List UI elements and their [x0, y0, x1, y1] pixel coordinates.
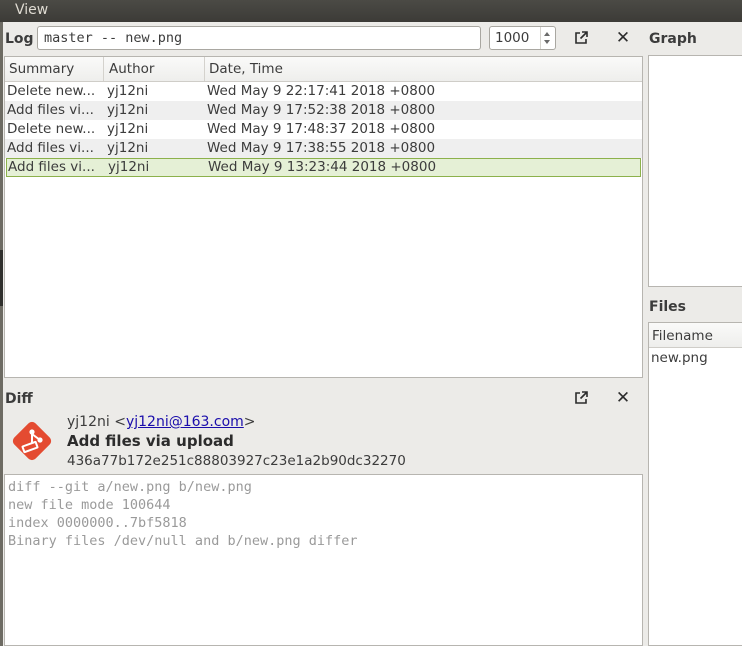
row-summary: Delete new... [7, 83, 96, 99]
diff-line: Binary files /dev/null and b/new.png dif… [8, 533, 358, 549]
files-table-header: Filename [649, 323, 742, 348]
diff-text-area[interactable]: diff --git a/new.png b/new.png new file … [4, 474, 643, 646]
column-divider [204, 57, 205, 81]
column-summary[interactable]: Summary [9, 61, 74, 77]
column-filename[interactable]: Filename [652, 328, 713, 344]
commit-message: Add files via upload [67, 432, 234, 450]
row-datetime: Wed May 9 17:38:55 2018 +0800 [207, 140, 436, 156]
row-datetime: Wed May 9 22:17:41 2018 +0800 [207, 83, 436, 99]
row-datetime: Wed May 9 17:52:38 2018 +0800 [207, 102, 436, 118]
commit-header: yj12ni <yj12ni@163.com> Add files via up… [4, 408, 643, 474]
files-table[interactable]: Filename new.png [648, 322, 742, 646]
row-author: yj12ni [107, 121, 149, 137]
log-close-button[interactable]: ✕ [612, 27, 634, 49]
commit-author: yj12ni <yj12ni@163.com> [67, 414, 256, 430]
graph-label: Graph [649, 31, 697, 47]
menu-view[interactable]: View [15, 2, 48, 18]
log-table[interactable]: Summary Author Date, Time Delete new... y… [4, 56, 643, 378]
log-limit-value: 1000 [495, 30, 530, 46]
close-icon: ✕ [615, 387, 631, 408]
external-window-icon [575, 31, 588, 44]
log-table-header: Summary Author Date, Time [5, 57, 642, 82]
table-row[interactable]: Delete new... yj12ni Wed May 9 22:17:41 20… [5, 82, 642, 101]
log-popout-button[interactable] [570, 27, 592, 49]
table-row[interactable]: Add files vi... yj12ni Wed May 9 13:23:44 … [6, 158, 641, 177]
diff-line: index 0000000..7bf5818 [8, 515, 187, 531]
row-summary: Add files vi... [7, 140, 94, 156]
commit-hash: 436a77b172e251c88803927c23e1a2b90dc32270 [67, 453, 406, 469]
author-name: yj12ni [67, 414, 110, 430]
files-label: Files [649, 299, 686, 315]
spin-up-icon[interactable] [544, 32, 550, 36]
diff-close-button[interactable]: ✕ [612, 387, 634, 409]
log-filter-input[interactable] [37, 26, 481, 50]
log-rows: Delete new... yj12ni Wed May 9 22:17:41 20… [5, 82, 642, 177]
author-email-link[interactable]: yj12ni@163.com [126, 414, 244, 430]
row-author: yj12ni [107, 140, 149, 156]
table-row[interactable]: Add files vi... yj12ni Wed May 9 17:52:38 … [5, 101, 642, 120]
column-divider [103, 57, 104, 81]
row-datetime: Wed May 9 17:48:37 2018 +0800 [207, 121, 436, 137]
log-limit-spinbox[interactable]: 1000 [489, 26, 556, 50]
diff-line: diff --git a/new.png b/new.png [8, 479, 252, 495]
row-author: yj12ni [108, 159, 150, 175]
log-label: Log [5, 31, 34, 47]
close-icon: ✕ [615, 27, 631, 48]
row-summary: Add files vi... [8, 159, 95, 175]
row-author: yj12ni [107, 83, 149, 99]
menubar: View [0, 0, 742, 22]
diff-label: Diff [5, 391, 33, 407]
column-author[interactable]: Author [109, 61, 154, 77]
table-row[interactable]: Delete new... yj12ni Wed May 9 17:48:37 20… [5, 120, 642, 139]
table-row[interactable]: Add files vi... yj12ni Wed May 9 17:38:55 … [5, 139, 642, 158]
graph-view[interactable] [648, 55, 742, 287]
git-logo-icon [12, 421, 52, 461]
spin-arrows[interactable] [540, 27, 555, 49]
diff-popout-button[interactable] [570, 387, 592, 409]
file-row[interactable]: new.png [651, 350, 708, 366]
spin-down-icon[interactable] [544, 40, 550, 44]
external-window-icon [575, 391, 588, 404]
window-left-edge [0, 22, 3, 646]
column-datetime[interactable]: Date, Time [209, 61, 283, 77]
row-summary: Delete new... [7, 121, 96, 137]
row-summary: Add files vi... [7, 102, 94, 118]
row-author: yj12ni [107, 102, 149, 118]
row-datetime: Wed May 9 13:23:44 2018 +0800 [208, 159, 437, 175]
diff-line: new file mode 100644 [8, 497, 171, 513]
